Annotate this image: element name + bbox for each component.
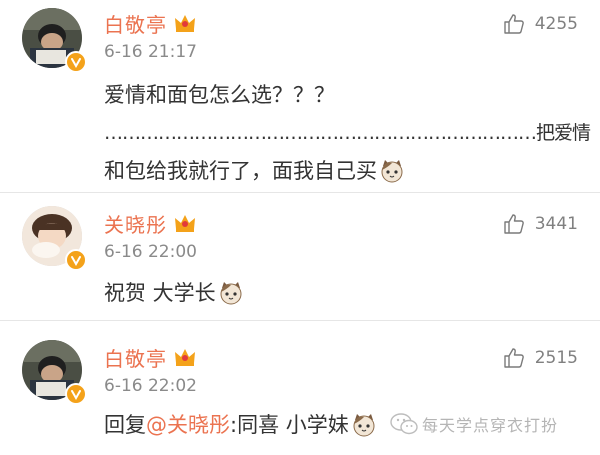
avatar[interactable] [22, 340, 87, 405]
like-count: 4255 [534, 14, 578, 34]
verified-v-icon [65, 383, 87, 405]
comment-time: 6-16 22:02 [104, 376, 197, 396]
cat-emoji-icon [218, 280, 244, 306]
avatar[interactable] [22, 206, 87, 271]
comment-time: 6-16 21:17 [104, 42, 197, 62]
cat-emoji-icon [351, 412, 377, 438]
thumbs-up-icon [504, 348, 524, 368]
verified-v-icon [65, 249, 87, 271]
mention-link[interactable]: @关晓彤 [146, 413, 230, 437]
thumbs-up-icon [504, 14, 524, 34]
comment-item: 白敬亭 6-16 21:17 4255 爱情和面包怎么选？？？ ……………………… [0, 0, 600, 192]
like-button[interactable]: 4255 [502, 12, 578, 36]
watermark: 每天学点穿衣打扮 [390, 412, 558, 436]
comment-line: 爱情和面包怎么选？？？ [104, 83, 335, 107]
crown-icon [175, 349, 195, 366]
username[interactable]: 白敬亭 [104, 343, 167, 372]
comment-line: ………………………………………………………………把爱情 [104, 122, 591, 144]
avatar[interactable] [22, 8, 87, 73]
verified-v-icon [65, 51, 87, 73]
cat-emoji-icon [379, 158, 405, 184]
comment-text: 回复@关晓彤:同喜 小学妹 [104, 406, 377, 444]
comment-line: 和包给我就行了，面我自己买 [104, 152, 590, 190]
watermark-text: 每天学点穿衣打扮 [422, 416, 559, 435]
like-count: 2515 [534, 348, 578, 368]
comment-text: 祝贺 大学长 [104, 274, 244, 312]
comment-item: 关晓彤 6-16 22:00 3441 祝贺 大学长 [0, 192, 600, 320]
comment-line: 祝贺 大学长 [104, 274, 244, 312]
crown-icon [175, 15, 195, 32]
like-count: 3441 [534, 214, 578, 234]
thumbs-up-icon [504, 214, 524, 234]
like-button[interactable]: 3441 [502, 212, 578, 236]
comment-text: 爱情和面包怎么选？？？ ………………………………………………………………把爱情 … [104, 76, 591, 190]
comment-time: 6-16 22:00 [104, 242, 197, 262]
crown-icon [175, 215, 195, 232]
username[interactable]: 关晓彤 [104, 209, 167, 238]
comment-line: 回复@关晓彤:同喜 小学妹 [104, 406, 377, 444]
like-button[interactable]: 2515 [502, 346, 578, 370]
username[interactable]: 白敬亭 [104, 9, 167, 38]
wechat-icon [390, 413, 418, 435]
